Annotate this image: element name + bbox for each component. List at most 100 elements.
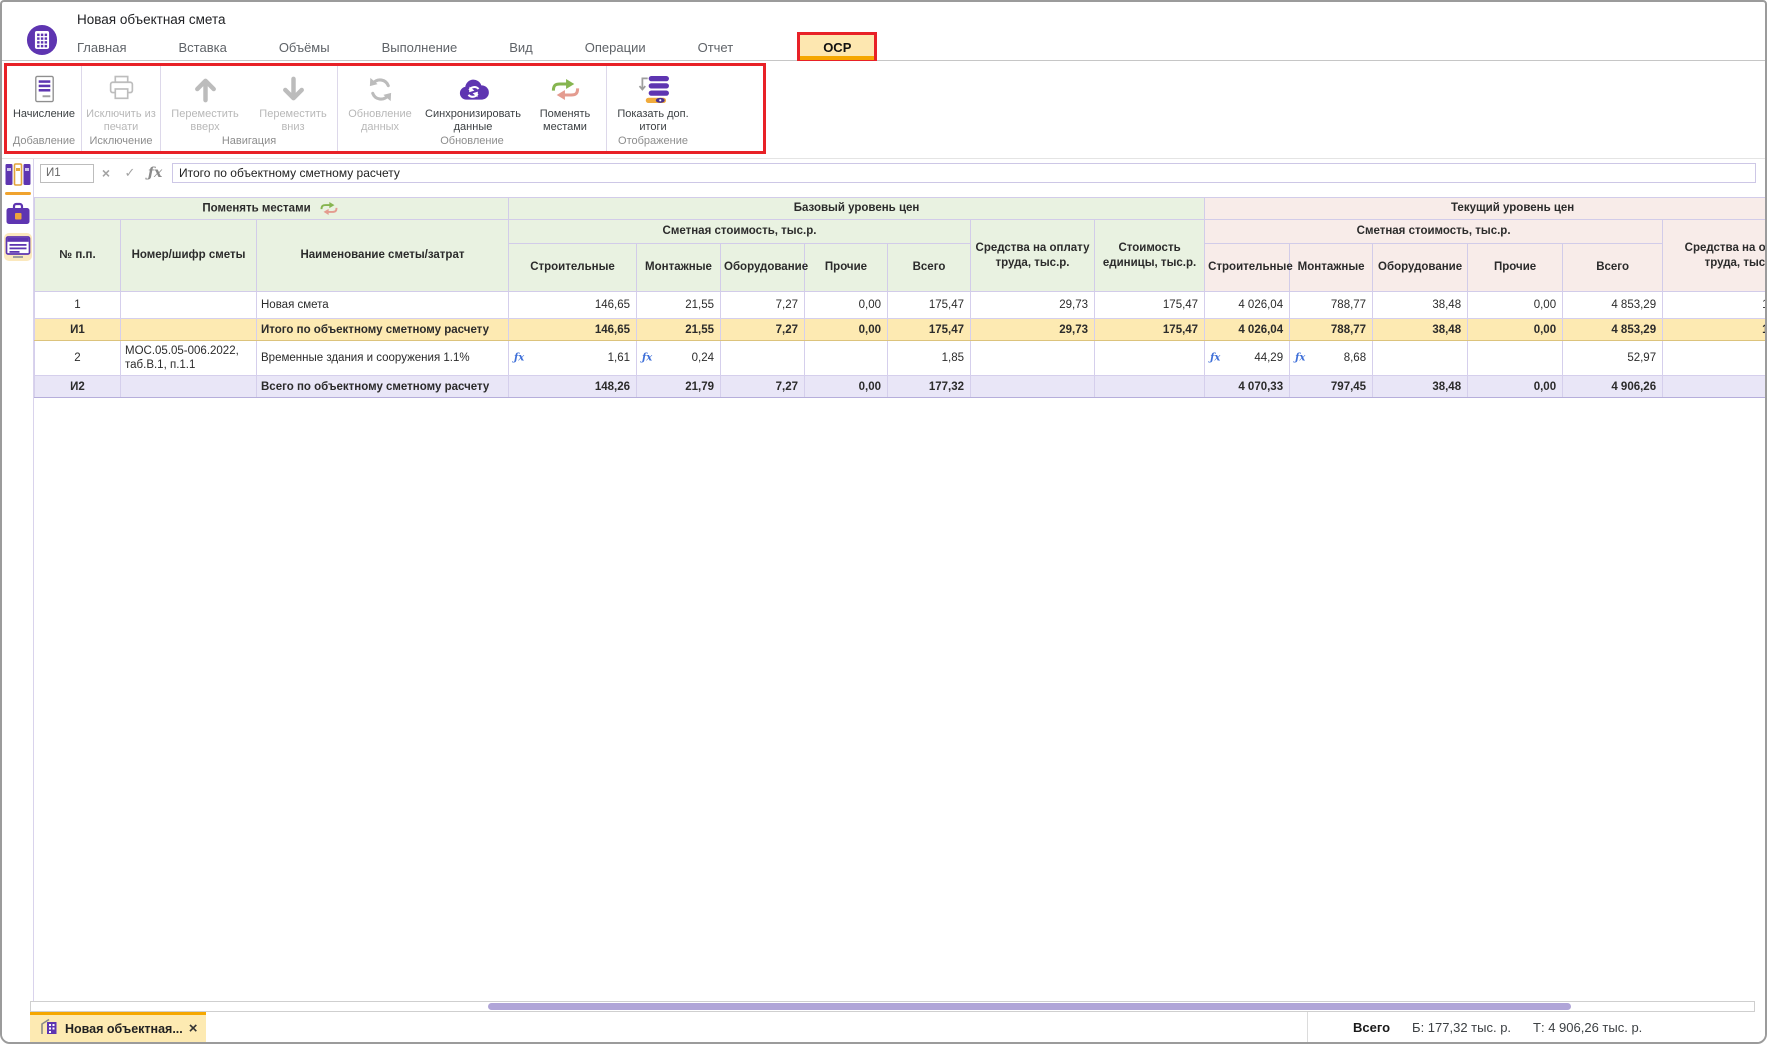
move-up-button[interactable]: Переместить вверх bbox=[161, 66, 249, 135]
menu-tab[interactable]: Вид bbox=[509, 40, 533, 55]
value-cell[interactable] bbox=[1663, 376, 1765, 398]
value-cell[interactable]: 52,97 bbox=[1563, 341, 1663, 376]
value-cell[interactable]: 21,55 bbox=[637, 319, 721, 341]
menu-tab[interactable]: Отчет bbox=[698, 40, 734, 55]
close-icon[interactable]: × bbox=[189, 1020, 198, 1037]
value-cell[interactable]: 4 853,29 bbox=[1563, 292, 1663, 319]
value-cell[interactable]: 175,47 bbox=[1095, 319, 1205, 341]
document-tab[interactable]: Новая объектная... × bbox=[30, 1012, 206, 1042]
formula-indicator-icon: ƒx bbox=[1210, 353, 1220, 364]
accrual-button[interactable]: Начисление bbox=[7, 66, 81, 135]
formula-input[interactable]: Итого по объектному сметному расчету bbox=[172, 163, 1756, 183]
value-cell[interactable] bbox=[971, 376, 1095, 398]
value-cell[interactable]: 1,85 bbox=[888, 341, 971, 376]
exclude-from-print-button[interactable]: Исключить из печати bbox=[82, 66, 160, 135]
move-down-button[interactable]: Переместить вниз bbox=[249, 66, 337, 135]
menu-tab[interactable]: ОСР bbox=[800, 35, 874, 60]
estimate-name-cell[interactable]: Итого по объектному сметному расчету bbox=[257, 319, 509, 341]
value-cell[interactable]: 148,26 bbox=[509, 376, 637, 398]
value-cell[interactable]: 788,77 bbox=[1290, 319, 1373, 341]
value-cell[interactable]: 788,77 bbox=[1290, 292, 1373, 319]
column-header: Строительные bbox=[1205, 244, 1290, 292]
value-cell[interactable]: ƒx44,29 bbox=[1205, 341, 1290, 376]
row-number-cell[interactable]: И1 bbox=[35, 319, 121, 341]
value-cell[interactable] bbox=[971, 341, 1095, 376]
toolbar-button-label: Обновление данных bbox=[338, 108, 422, 134]
value-cell[interactable]: 38,48 bbox=[1373, 376, 1468, 398]
row-number-cell[interactable]: 2 bbox=[35, 341, 121, 376]
value-cell[interactable]: 4 853,29 bbox=[1563, 319, 1663, 341]
value-cell[interactable]: 175,47 bbox=[888, 319, 971, 341]
value-cell[interactable]: 21,55 bbox=[637, 292, 721, 319]
value-cell[interactable]: 29,73 bbox=[971, 319, 1095, 341]
osr-tab-highlight-annotation: ОСР bbox=[797, 32, 877, 63]
sidebar-item-binders[interactable] bbox=[4, 163, 32, 195]
row-number-cell[interactable]: 1 bbox=[35, 292, 121, 319]
column-header: № п.п. bbox=[35, 220, 121, 292]
row-number-cell[interactable]: И2 bbox=[35, 376, 121, 398]
estimate-code-cell[interactable]: МОС.05.05-006.2022, таб.В.1, п.1.1 bbox=[121, 341, 257, 376]
sync-data-button[interactable]: Синхронизировать данные bbox=[422, 66, 524, 135]
value-cell[interactable]: ƒx8,68 bbox=[1290, 341, 1373, 376]
horizontal-scrollbar[interactable] bbox=[30, 1001, 1755, 1012]
swap-columns-header[interactable]: Поменять местами bbox=[35, 198, 509, 220]
confirm-icon[interactable]: ✓ bbox=[118, 165, 142, 181]
value-cell[interactable] bbox=[1663, 341, 1765, 376]
value-cell[interactable]: 29,73 bbox=[971, 292, 1095, 319]
estimate-name-cell[interactable]: Временные здания и сооружения 1.1% bbox=[257, 341, 509, 376]
value-cell[interactable]: 0,00 bbox=[1468, 292, 1563, 319]
briefcase-icon bbox=[5, 201, 31, 227]
value-cell[interactable]: 146,65 bbox=[509, 319, 637, 341]
value-cell[interactable]: 177,32 bbox=[888, 376, 971, 398]
value-cell[interactable]: 0,00 bbox=[805, 292, 888, 319]
show-extra-totals-button[interactable]: Показать доп. итоги bbox=[607, 66, 699, 135]
value-cell[interactable]: 4 026,04 bbox=[1205, 319, 1290, 341]
value-cell[interactable]: 1 6 bbox=[1663, 292, 1765, 319]
estimate-code-cell[interactable] bbox=[121, 319, 257, 341]
value-cell[interactable] bbox=[1468, 341, 1563, 376]
sidebar-item-briefcase[interactable] bbox=[4, 201, 32, 227]
toolbar-button-label: Переместить вверх bbox=[161, 108, 249, 134]
value-cell[interactable] bbox=[1373, 341, 1468, 376]
estimate-code-cell[interactable] bbox=[121, 292, 257, 319]
estimate-name-cell[interactable]: Всего по объектному сметному расчету bbox=[257, 376, 509, 398]
value-cell[interactable]: 4 070,33 bbox=[1205, 376, 1290, 398]
value-cell[interactable]: 1 6 bbox=[1663, 319, 1765, 341]
value-cell[interactable]: 175,47 bbox=[888, 292, 971, 319]
value-cell[interactable]: 38,48 bbox=[1373, 319, 1468, 341]
swap-places-button[interactable]: Поменять местами bbox=[524, 66, 606, 135]
value-cell[interactable] bbox=[1095, 341, 1205, 376]
menu-tab[interactable]: Операции bbox=[585, 40, 646, 55]
value-cell[interactable]: 21,79 bbox=[637, 376, 721, 398]
estimate-name-cell[interactable]: Новая смета bbox=[257, 292, 509, 319]
menu-tab[interactable]: Выполнение bbox=[382, 40, 458, 55]
value-cell[interactable]: 146,65 bbox=[509, 292, 637, 319]
value-cell[interactable] bbox=[1095, 376, 1205, 398]
value-cell[interactable]: 7,27 bbox=[721, 319, 805, 341]
value-cell[interactable]: 175,47 bbox=[1095, 292, 1205, 319]
value-cell[interactable]: 38,48 bbox=[1373, 292, 1468, 319]
cell-reference-input[interactable]: И1 bbox=[40, 164, 94, 183]
fx-icon[interactable]: ƒx bbox=[142, 165, 168, 181]
value-cell[interactable]: 0,00 bbox=[1468, 376, 1563, 398]
value-cell[interactable]: ƒx0,24 bbox=[637, 341, 721, 376]
menu-tab[interactable]: Объёмы bbox=[279, 40, 330, 55]
value-cell[interactable]: 797,45 bbox=[1290, 376, 1373, 398]
value-cell[interactable]: ƒx1,61 bbox=[509, 341, 637, 376]
value-cell[interactable]: 4 026,04 bbox=[1205, 292, 1290, 319]
value-cell[interactable]: 4 906,26 bbox=[1563, 376, 1663, 398]
value-cell[interactable]: 0,00 bbox=[805, 319, 888, 341]
menu-tab[interactable]: Главная bbox=[77, 40, 126, 55]
sidebar-item-spreadsheet[interactable] bbox=[4, 233, 32, 261]
value-cell[interactable]: 0,00 bbox=[1468, 319, 1563, 341]
menu-tab[interactable]: Вставка bbox=[178, 40, 226, 55]
scrollbar-thumb[interactable] bbox=[488, 1003, 1571, 1010]
value-cell[interactable] bbox=[721, 341, 805, 376]
value-cell[interactable]: 0,00 bbox=[805, 376, 888, 398]
value-cell[interactable]: 7,27 bbox=[721, 376, 805, 398]
value-cell[interactable]: 7,27 bbox=[721, 292, 805, 319]
estimate-code-cell[interactable] bbox=[121, 376, 257, 398]
cancel-icon[interactable]: × bbox=[94, 165, 118, 181]
refresh-data-button[interactable]: Обновление данных bbox=[338, 66, 422, 135]
value-cell[interactable] bbox=[805, 341, 888, 376]
